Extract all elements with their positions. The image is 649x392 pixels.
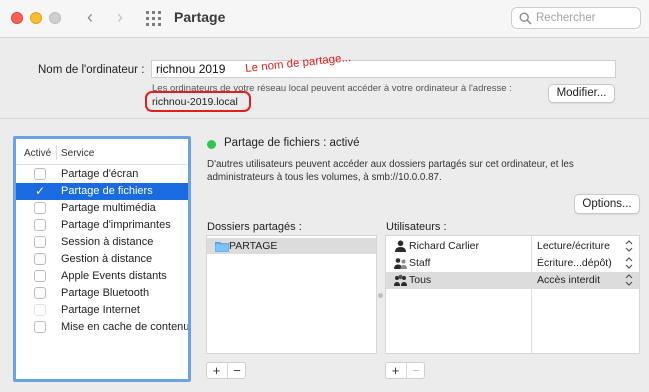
service-checkbox[interactable] [34, 304, 46, 316]
service-checkbox[interactable] [34, 202, 46, 214]
column-header-active[interactable]: Activé [24, 148, 51, 159]
service-row[interactable]: Partage Internet [16, 302, 188, 319]
shared-folders-add-remove: + − [206, 362, 246, 379]
search-input[interactable] [536, 10, 636, 26]
service-label: Session à distance [61, 236, 154, 248]
title-bar: ‹ › Partage [0, 0, 649, 38]
users-list[interactable]: Richard Carlier Lecture/écriture Staff É… [385, 235, 640, 354]
service-row[interactable]: Gestion à distance [16, 251, 188, 268]
add-shared-folder-button[interactable]: + [207, 363, 226, 378]
user-icon [394, 240, 407, 252]
pane-resize-handle[interactable] [378, 293, 383, 298]
search-icon [519, 12, 532, 25]
service-row[interactable]: Partage multimédia [16, 200, 188, 217]
service-row[interactable]: Mise en cache de contenu [16, 319, 188, 336]
permission-stepper-icon[interactable] [624, 256, 634, 270]
service-status: Partage de fichiers : activé [224, 137, 360, 149]
user-permission[interactable]: Accès interdit [537, 274, 600, 286]
service-description: D'autres utilisateurs peuvent accéder au… [207, 159, 574, 183]
options-button[interactable]: Options... [574, 194, 640, 214]
minimize-window-button[interactable] [30, 12, 42, 24]
service-list-header: Activé Service [16, 139, 188, 165]
service-label: Partage de fichiers [61, 185, 153, 197]
shared-folder-name: PARTAGE [229, 240, 278, 252]
service-label: Mise en cache de contenu [61, 321, 188, 333]
forward-chevron-icon[interactable]: › [110, 8, 130, 28]
service-list[interactable]: Activé Service Partage d'écran ✓ Partage d… [13, 136, 191, 382]
service-checkbox[interactable] [34, 253, 46, 265]
service-label: Partage d'imprimantes [61, 219, 171, 231]
user-row[interactable]: Richard Carlier Lecture/écriture [386, 238, 639, 255]
service-label: Gestion à distance [61, 253, 153, 265]
user-name: Richard Carlier [409, 240, 480, 252]
service-checkbox[interactable] [34, 321, 46, 333]
section-divider [0, 118, 649, 119]
user-name: Tous [409, 274, 432, 286]
service-row[interactable]: Partage d'écran [16, 166, 188, 183]
close-window-button[interactable] [11, 12, 23, 24]
column-header-service[interactable]: Service [61, 148, 94, 159]
service-checkbox[interactable] [34, 236, 46, 248]
service-label: Partage Bluetooth [61, 287, 150, 299]
service-label: Partage multimédia [61, 202, 156, 214]
zoom-window-button[interactable] [49, 12, 61, 24]
service-checkbox[interactable] [34, 168, 46, 180]
service-checkbox[interactable] [34, 270, 46, 282]
computer-name-field[interactable] [151, 60, 616, 78]
modify-button[interactable]: Modifier... [548, 84, 615, 103]
user-row[interactable]: Tous Accès interdit [386, 272, 639, 289]
service-row[interactable]: ✓ Partage de fichiers [16, 183, 188, 200]
service-row[interactable]: Partage Bluetooth [16, 285, 188, 302]
permission-stepper-icon[interactable] [624, 239, 634, 253]
shared-folders-label: Dossiers partagés : [207, 221, 302, 233]
computer-name-label: Nom de l'ordinateur : [38, 64, 145, 76]
service-checkbox[interactable] [34, 287, 46, 299]
shared-folders-list[interactable]: PARTAGE [206, 235, 377, 354]
service-label: Partage d'écran [61, 168, 139, 180]
everyone-icon [394, 274, 407, 286]
service-row[interactable]: Partage d'imprimantes [16, 217, 188, 234]
service-checkbox[interactable] [34, 219, 46, 231]
user-name: Staff [409, 257, 431, 269]
search-field[interactable] [511, 7, 641, 29]
back-chevron-icon[interactable]: ‹ [80, 8, 100, 28]
service-label: Partage Internet [61, 304, 140, 316]
shared-folder-row[interactable]: PARTAGE [207, 238, 376, 254]
remove-shared-folder-button[interactable]: − [227, 363, 246, 378]
status-indicator-dot [207, 140, 216, 149]
remove-user-button[interactable]: − [406, 363, 425, 378]
window-title: Partage [174, 9, 226, 25]
service-row[interactable]: Apple Events distants [16, 268, 188, 285]
service-label: Apple Events distants [61, 270, 167, 282]
users-add-remove: + − [385, 362, 425, 379]
add-user-button[interactable]: + [386, 363, 405, 378]
service-checkbox[interactable]: ✓ [34, 185, 46, 197]
user-permission[interactable]: Lecture/écriture [537, 240, 610, 252]
group-icon [394, 257, 407, 269]
show-all-grid-icon[interactable] [146, 11, 161, 26]
service-row[interactable]: Session à distance [16, 234, 188, 251]
folder-icon [215, 241, 229, 252]
users-label: Utilisateurs : [386, 221, 447, 233]
permission-stepper-icon[interactable] [624, 273, 634, 287]
user-permission[interactable]: Écriture...dépôt) [537, 257, 612, 269]
user-row[interactable]: Staff Écriture...dépôt) [386, 255, 639, 272]
annotation-highlight-circle [145, 91, 251, 112]
